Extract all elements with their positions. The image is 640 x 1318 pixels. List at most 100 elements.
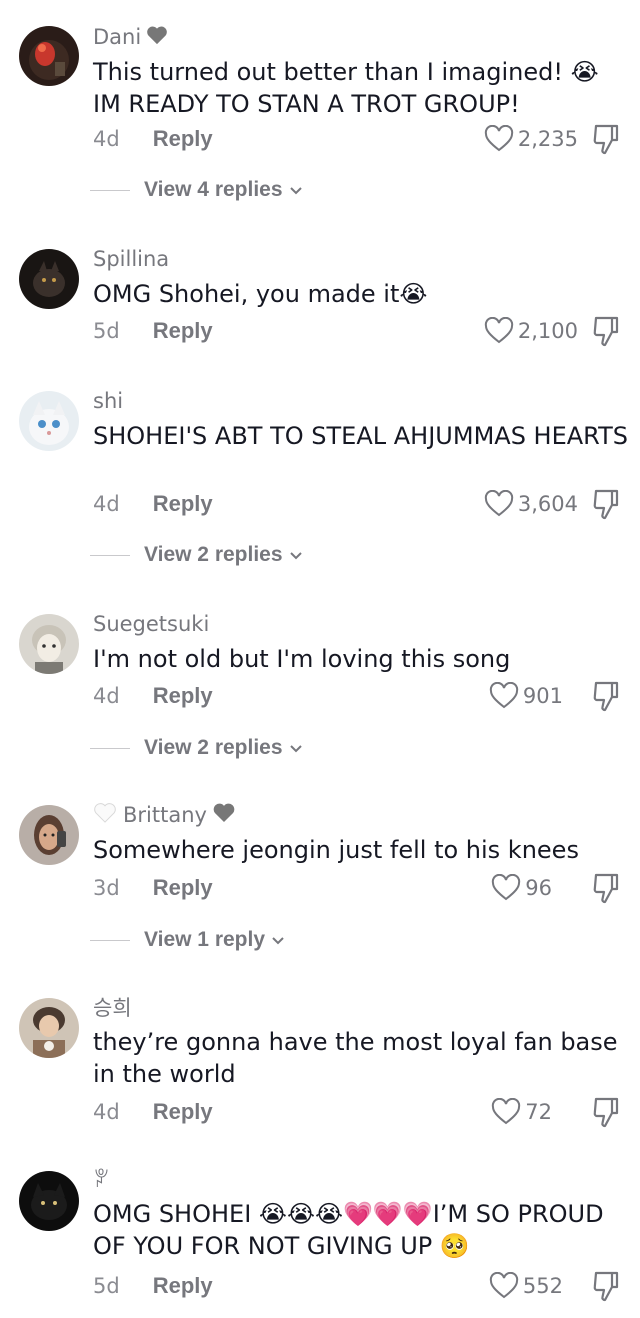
white-heart-icon (93, 802, 117, 828)
replies-divider (90, 939, 130, 941)
comment-meta: 5d Reply (93, 1271, 213, 1301)
grey-heart-icon (212, 802, 236, 828)
view-replies-button[interactable]: View 4 replies (90, 175, 303, 205)
like-button[interactable]: 3,604 (484, 489, 578, 519)
comment-username[interactable]: 승희 (93, 992, 132, 1022)
username-text[interactable]: Brittany (123, 803, 207, 827)
username-text[interactable]: Dani (93, 25, 141, 49)
comment-username[interactable]: Dani (93, 22, 168, 52)
like-count: 552 (522, 1274, 563, 1298)
dislike-button[interactable] (592, 873, 620, 904)
comment-time: 4d (93, 127, 120, 151)
comment-time: 4d (93, 492, 120, 516)
comment-time: 5d (93, 1274, 120, 1298)
reply-button[interactable]: Reply (153, 491, 213, 517)
thumbs-down-icon (593, 316, 619, 347)
dislike-button[interactable] (592, 124, 620, 155)
heart-outline-icon (484, 490, 514, 517)
username-text[interactable]: shi (93, 389, 123, 413)
heart-outline-icon (484, 317, 514, 344)
comment-time: 3d (93, 876, 120, 900)
reply-button[interactable]: Reply (153, 126, 213, 152)
like-count: 96 (525, 876, 552, 900)
username-text[interactable]: Suegetsuki (93, 612, 209, 636)
dislike-button[interactable] (592, 681, 620, 712)
avatar[interactable] (19, 614, 79, 674)
comment-time: 4d (93, 1100, 120, 1124)
chevron-down-icon (271, 928, 285, 952)
dislike-button[interactable] (592, 489, 620, 520)
comment-meta: 3d Reply (93, 873, 213, 903)
heart-outline-icon (484, 125, 514, 152)
comment-meta: 4d Reply (93, 489, 213, 519)
view-replies-button[interactable]: View 2 replies (90, 733, 303, 763)
like-count: 2,100 (517, 319, 578, 343)
view-replies-label[interactable]: View 1 reply (144, 928, 265, 952)
comment-username[interactable]: Suegetsuki (93, 609, 209, 639)
like-count: 2,235 (517, 127, 578, 151)
thumbs-down-icon (593, 681, 619, 712)
avatar[interactable] (19, 26, 79, 86)
thumbs-down-icon (593, 1271, 619, 1302)
comment-text: OMG SHOHEI 😭😭😭💗💗💗I’M SO PROUD OF YOU FOR… (93, 1200, 604, 1260)
like-button[interactable]: 2,235 (484, 124, 578, 154)
dislike-button[interactable] (592, 1271, 620, 1302)
chevron-down-icon (289, 178, 303, 202)
reply-button[interactable]: Reply (153, 875, 213, 901)
comment-time: 4d (93, 684, 120, 708)
comment-username[interactable]: Spillina (93, 244, 169, 274)
comment-text: Somewhere jeongin just fell to his knees (93, 836, 579, 864)
view-replies-button[interactable]: View 2 replies (90, 540, 303, 570)
view-replies-label[interactable]: View 2 replies (144, 736, 283, 760)
username-text[interactable]: Spillina (93, 247, 169, 271)
replies-divider (90, 747, 130, 749)
grey-heart-icon (146, 25, 168, 50)
comment-meta: 4d Reply (93, 124, 213, 154)
thumbs-down-icon (593, 124, 619, 155)
view-replies-label[interactable]: View 4 replies (144, 178, 283, 202)
replies-divider (90, 554, 130, 556)
avatar[interactable] (19, 391, 79, 451)
comment-time: 5d (93, 319, 120, 343)
avatar[interactable] (19, 998, 79, 1058)
comment-text: SHOHEI'S ABT TO STEAL AHJUMMAS HEARTS (93, 422, 629, 450)
comment-username[interactable]: Brittany (93, 800, 236, 830)
reply-button[interactable]: Reply (153, 683, 213, 709)
like-button[interactable]: 96 (491, 873, 552, 903)
chevron-down-icon (289, 736, 303, 760)
heart-outline-icon (492, 1098, 521, 1125)
like-count: 3,604 (517, 492, 578, 516)
avatar[interactable] (19, 1171, 79, 1231)
comment-username[interactable]: shi (93, 386, 123, 416)
avatar[interactable] (19, 805, 79, 865)
avatar[interactable] (19, 249, 79, 309)
comment-username[interactable]: ꐕ (93, 1164, 109, 1194)
reply-button[interactable]: Reply (153, 1273, 213, 1299)
like-button[interactable]: 2,100 (484, 316, 578, 346)
comment-meta: 4d Reply (93, 1097, 213, 1127)
heart-outline-icon (489, 682, 519, 709)
comment-meta: 4d Reply (93, 681, 213, 711)
comment-text: they’re gonna have the most loyal fan ba… (93, 1028, 618, 1088)
like-button[interactable]: 72 (491, 1097, 552, 1127)
view-replies-label[interactable]: View 2 replies (144, 543, 283, 567)
comment-text: This turned out better than I imagined! … (93, 58, 599, 118)
comment-text: I'm not old but I'm loving this song (93, 645, 511, 673)
chevron-down-icon (289, 543, 303, 567)
like-count: 901 (522, 684, 563, 708)
like-count: 72 (525, 1100, 552, 1124)
comment-meta: 5d Reply (93, 316, 213, 346)
username-text[interactable]: 승희 (93, 992, 132, 1022)
heart-outline-icon (492, 874, 521, 901)
dislike-button[interactable] (592, 1097, 620, 1128)
view-replies-button[interactable]: View 1 reply (90, 925, 285, 955)
like-button[interactable]: 552 (489, 1271, 563, 1301)
thumbs-down-icon (593, 1097, 619, 1128)
dislike-button[interactable] (592, 316, 620, 347)
reply-button[interactable]: Reply (153, 318, 213, 344)
thumbs-down-icon (593, 873, 619, 904)
comment-text: OMG Shohei, you made it😭 (93, 280, 428, 308)
like-button[interactable]: 901 (489, 681, 563, 711)
username-text[interactable]: ꐕ (93, 1165, 109, 1193)
reply-button[interactable]: Reply (153, 1099, 213, 1125)
